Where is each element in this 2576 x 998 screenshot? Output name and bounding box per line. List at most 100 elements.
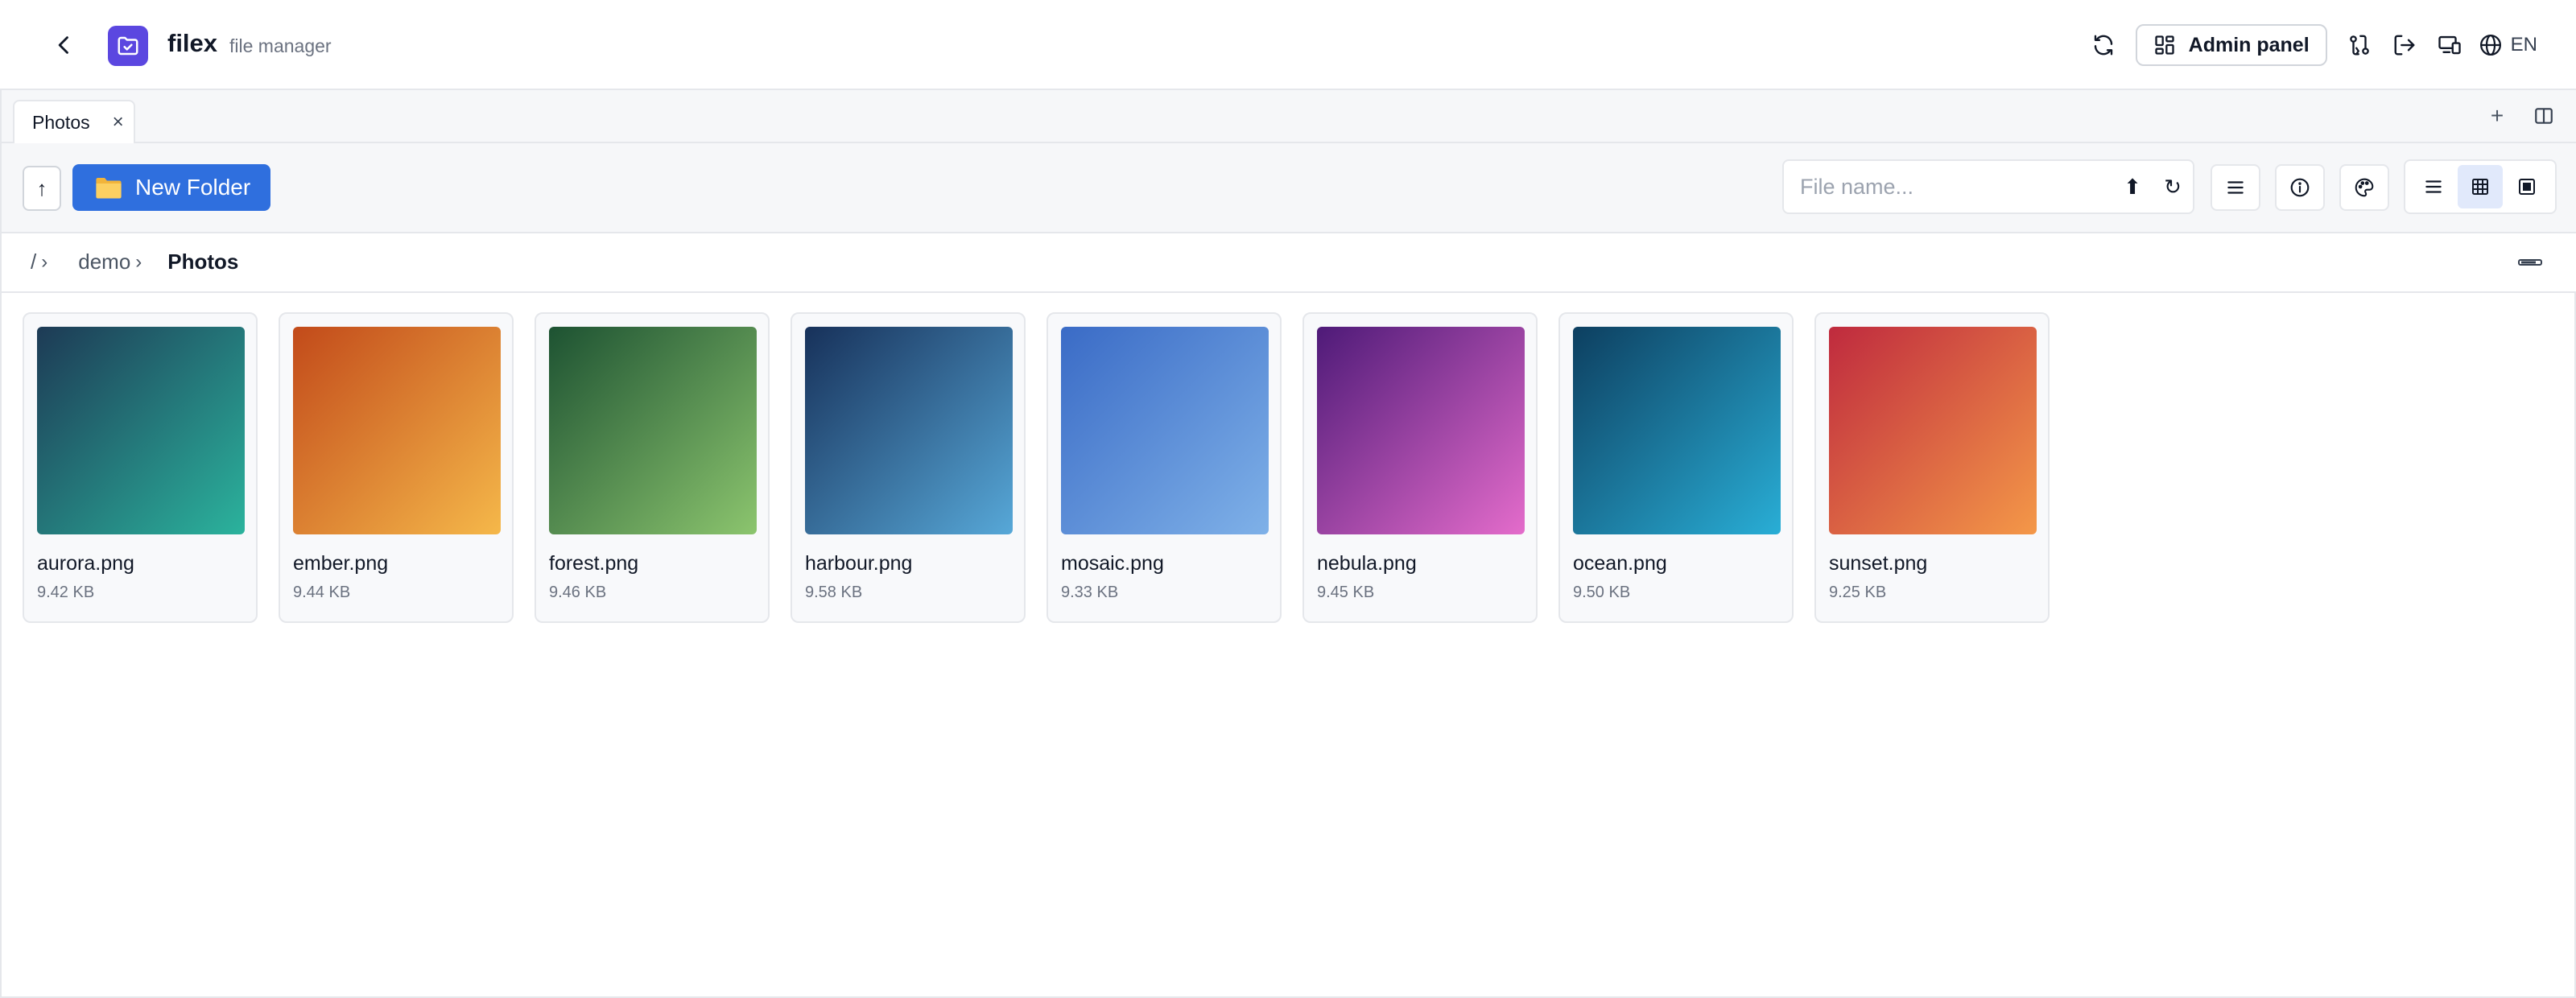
- theme-button[interactable]: [2339, 164, 2389, 211]
- breadcrumb: / › demo › Photos: [31, 250, 238, 274]
- language-selector[interactable]: EN: [2472, 23, 2544, 68]
- reload-button[interactable]: ↻: [2153, 167, 2193, 207]
- folder-icon: [96, 177, 122, 199]
- file-grid: aurora.png 9.42 KB ember.png 9.44 KB for…: [23, 312, 2050, 623]
- logout-button[interactable]: [2382, 23, 2427, 68]
- parent-folder-button[interactable]: ↑: [23, 166, 61, 211]
- admin-panel-label: Admin panel: [2188, 33, 2310, 56]
- new-folder-label: New Folder: [135, 175, 251, 200]
- chevron-left-icon: [58, 36, 68, 54]
- large-tile-icon: [2519, 179, 2535, 195]
- file-card-ocean[interactable]: ocean.png 9.50 KB: [1558, 312, 1794, 623]
- hamburger-icon: [2227, 181, 2244, 194]
- file-size: 9.46 KB: [549, 584, 607, 601]
- file-size: 9.44 KB: [293, 584, 351, 601]
- file-size: 9.58 KB: [805, 584, 863, 601]
- preview-view-button[interactable]: [2504, 165, 2549, 208]
- admin-panel-button[interactable]: Admin panel: [2135, 24, 2327, 66]
- folder-check-icon: [118, 36, 138, 56]
- grid-view-button[interactable]: [2458, 165, 2503, 208]
- info-button[interactable]: [2275, 164, 2325, 211]
- file-name: ocean.png: [1573, 552, 1667, 575]
- image-thumbnail: [1061, 327, 1269, 534]
- file-name: sunset.png: [1829, 552, 1928, 575]
- file-size: 9.25 KB: [1829, 584, 1887, 601]
- file-size: 9.42 KB: [37, 584, 95, 601]
- tab-photos[interactable]: Photos ×: [13, 100, 135, 143]
- file-name-search-input[interactable]: [1784, 163, 2112, 211]
- breadcrumb-separator: ›: [135, 250, 142, 273]
- file-card-sunset[interactable]: sunset.png 9.25 KB: [1814, 312, 2050, 623]
- file-manager-app: filex file manager Admin panel EN Photos…: [0, 0, 2576, 998]
- file-card-harbour[interactable]: harbour.png 9.58 KB: [791, 312, 1026, 623]
- breadcrumb-bar: / › demo › Photos: [0, 233, 2576, 293]
- file-card-mosaic[interactable]: mosaic.png 9.33 KB: [1046, 312, 1282, 623]
- tabbar-actions: +: [2483, 101, 2558, 130]
- git-compare-icon: [2349, 35, 2369, 56]
- menu-button[interactable]: [2211, 164, 2260, 211]
- compare-button[interactable]: [2337, 23, 2382, 68]
- app-subtitle: file manager: [229, 35, 332, 56]
- grid-icon: [2472, 179, 2488, 195]
- view-mode-switch: [2404, 159, 2557, 214]
- image-thumbnail: [293, 327, 501, 534]
- file-name: ember.png: [293, 552, 389, 575]
- file-size: 9.50 KB: [1573, 584, 1631, 601]
- language-label: EN: [2510, 34, 2537, 56]
- top-header: filex file manager Admin panel EN: [0, 0, 2576, 90]
- new-folder-button[interactable]: New Folder: [72, 164, 270, 211]
- app-logo: [108, 26, 148, 66]
- breadcrumb-item-photos: Photos: [167, 250, 239, 274]
- list-icon: [2425, 180, 2442, 193]
- file-card-aurora[interactable]: aurora.png 9.42 KB: [23, 312, 258, 623]
- file-size: 9.33 KB: [1061, 584, 1119, 601]
- app-name: filex: [167, 29, 218, 57]
- globe-icon: [2479, 35, 2501, 56]
- sort-direction-button[interactable]: ⬆: [2112, 167, 2153, 207]
- image-thumbnail: [1829, 327, 2037, 534]
- reload-icon: ↻: [2164, 174, 2182, 199]
- tab-bar: Photos × +: [0, 90, 2576, 143]
- list-view-button[interactable]: [2411, 165, 2456, 208]
- breadcrumb-separator: ›: [41, 250, 48, 273]
- file-grid-area: aurora.png 9.42 KB ember.png 9.44 KB for…: [0, 293, 2576, 998]
- file-card-nebula[interactable]: nebula.png 9.45 KB: [1302, 312, 1538, 623]
- file-card-ember[interactable]: ember.png 9.44 KB: [279, 312, 514, 623]
- file-name: nebula.png: [1317, 552, 1417, 575]
- header-actions: Admin panel EN: [2081, 23, 2544, 68]
- refresh-icon: [2094, 35, 2112, 56]
- image-thumbnail: [805, 327, 1013, 534]
- image-thumbnail: [37, 327, 245, 534]
- info-icon: [2290, 178, 2310, 197]
- logout-icon: [2394, 35, 2415, 56]
- breadcrumb-root[interactable]: /: [31, 250, 36, 274]
- image-thumbnail: [549, 327, 757, 534]
- split-view-button[interactable]: [2529, 101, 2558, 130]
- back-button[interactable]: [45, 26, 84, 64]
- file-name: aurora.png: [37, 552, 134, 575]
- tab-close-button[interactable]: ×: [113, 111, 124, 134]
- file-name: mosaic.png: [1061, 552, 1164, 575]
- file-name: harbour.png: [805, 552, 913, 575]
- split-panel-icon: [2535, 108, 2553, 124]
- toolbar: ↑ New Folder ⬆ ↻: [0, 143, 2576, 233]
- dashboard-icon: [2154, 35, 2174, 55]
- image-thumbnail: [1573, 327, 1781, 534]
- breadcrumb-item-demo[interactable]: demo: [78, 250, 130, 274]
- file-search-box: ⬆ ↻: [1782, 159, 2194, 214]
- file-size: 9.45 KB: [1317, 584, 1375, 601]
- image-thumbnail: [1317, 327, 1525, 534]
- file-name: forest.png: [549, 552, 639, 575]
- devices-icon: [2438, 35, 2461, 55]
- file-card-forest[interactable]: forest.png 9.46 KB: [535, 312, 770, 623]
- sort-arrow-icon: ⬆: [2124, 174, 2141, 199]
- plus-icon: +: [2490, 103, 2504, 128]
- sync-button[interactable]: [2081, 23, 2126, 68]
- path-edit-icon: [2518, 259, 2542, 266]
- arrow-up-icon: ↑: [36, 175, 47, 200]
- palette-icon: [2355, 178, 2374, 197]
- devices-button[interactable]: [2427, 23, 2472, 68]
- tab-label: Photos: [32, 111, 90, 133]
- path-input-toggle[interactable]: [2518, 254, 2542, 270]
- new-tab-button[interactable]: +: [2483, 101, 2512, 130]
